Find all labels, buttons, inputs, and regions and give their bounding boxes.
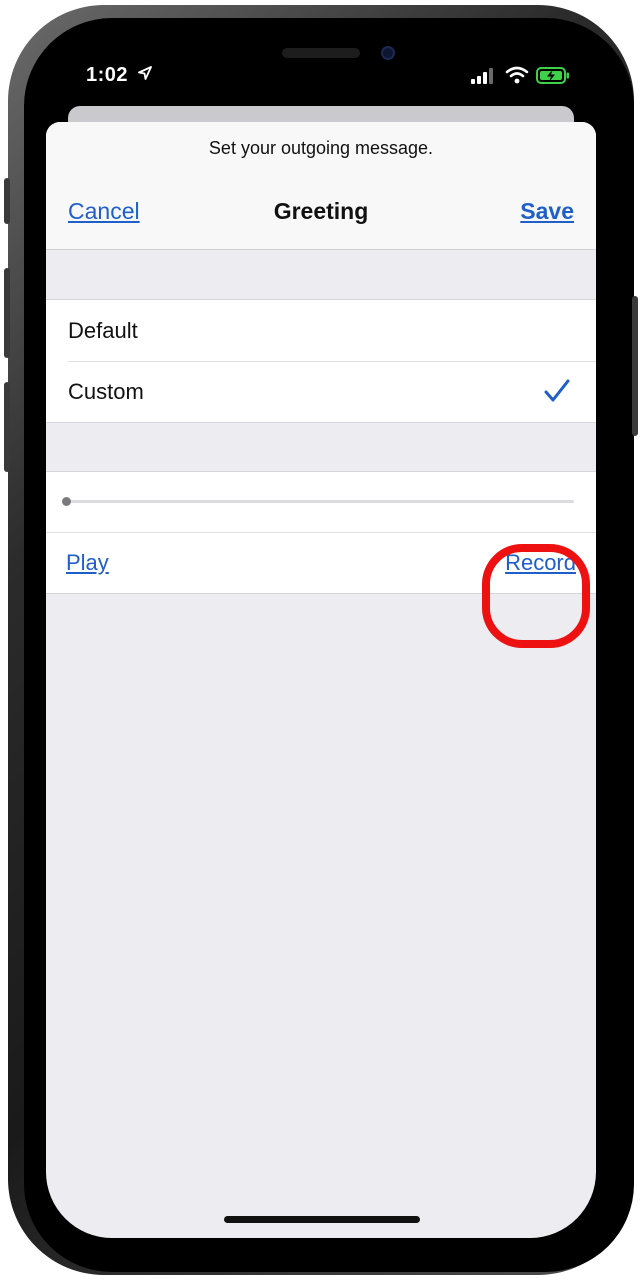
playback-slider[interactable]	[46, 472, 596, 532]
record-button[interactable]: Record	[505, 550, 576, 576]
slider-track	[66, 500, 574, 503]
nav-header: Set your outgoing message. Cancel Greeti…	[46, 122, 596, 250]
cellular-signal-icon	[471, 68, 495, 89]
speaker-grille	[282, 48, 360, 58]
header-prompt: Set your outgoing message.	[208, 138, 434, 158]
location-arrow-icon	[138, 66, 152, 85]
playback-controls: Play Record	[46, 532, 596, 593]
front-camera	[381, 46, 395, 60]
option-custom-label: Custom	[68, 378, 144, 404]
wifi-icon	[505, 66, 529, 89]
battery-charging-icon	[536, 67, 570, 89]
play-button[interactable]: Play	[66, 550, 109, 576]
volume-down-button	[4, 382, 10, 472]
home-indicator[interactable]	[224, 1216, 420, 1223]
side-button	[4, 178, 10, 224]
option-default-label: Default	[68, 317, 138, 343]
cancel-button[interactable]: Cancel	[68, 198, 140, 225]
option-default[interactable]: Default	[46, 300, 596, 361]
volume-up-button	[4, 268, 10, 358]
status-bar: 1:02	[46, 36, 596, 108]
greeting-sheet: Set your outgoing message. Cancel Greeti…	[46, 122, 596, 1238]
playback-group: Play Record	[46, 471, 596, 594]
slider-knob[interactable]	[62, 497, 71, 506]
status-time: 1:02	[86, 64, 129, 86]
checkmark-icon	[544, 379, 570, 409]
greeting-options-group: Default Custom	[46, 299, 596, 423]
option-custom[interactable]: Custom	[46, 361, 596, 422]
save-button[interactable]: Save	[520, 198, 574, 225]
power-button	[632, 296, 638, 436]
phone-screen: 1:02 Set your outgoing message. Cancel G…	[46, 36, 596, 1238]
notch	[196, 36, 446, 76]
